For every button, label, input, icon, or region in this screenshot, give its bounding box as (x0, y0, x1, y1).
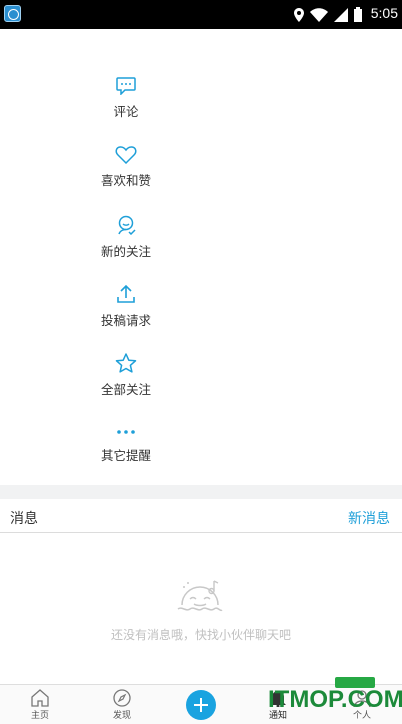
menu-item-label: 新的关注 (100, 244, 151, 259)
tab-home[interactable]: 主页 (0, 685, 80, 724)
signal-icon (334, 7, 348, 22)
notification-menu: 评论 喜欢和赞 新的关注 投稿请求 全部关注 其它提醒 (0, 29, 402, 485)
empty-state-text: 还没有消息哦，快找小伙伴聊天吧 (110, 628, 291, 642)
menu-item-label: 喜欢和赞 (100, 173, 151, 188)
tab-discover[interactable]: 发现 (82, 685, 162, 724)
new-message-button[interactable]: 新消息 (348, 508, 390, 528)
empty-boat-icon (177, 580, 223, 612)
tab-label: 主页 (30, 711, 49, 721)
menu-item-label: 评论 (113, 104, 139, 119)
menu-item-submission-requests[interactable]: 投稿请求 (76, 284, 176, 344)
section-divider (0, 485, 402, 499)
tab-label: 发现 (112, 711, 131, 721)
location-icon (294, 7, 304, 22)
more-dots-icon (117, 430, 135, 434)
home-icon (31, 689, 49, 707)
star-icon (115, 353, 137, 373)
menu-item-likes[interactable]: 喜欢和赞 (76, 146, 176, 206)
menu-item-comments[interactable]: 评论 (76, 77, 176, 137)
messages-header: 消息 新消息 (0, 499, 402, 533)
heart-icon (115, 146, 137, 164)
battery-icon (354, 7, 362, 22)
status-icons (294, 6, 362, 23)
wifi-icon (310, 7, 328, 22)
messages-title: 消息 (10, 511, 38, 527)
menu-item-label: 其它提醒 (100, 448, 151, 463)
menu-item-all-following[interactable]: 全部关注 (76, 353, 176, 413)
follow-icon (118, 215, 136, 235)
status-bar: 5:05 (0, 0, 402, 29)
status-time: 5:05 (370, 5, 398, 21)
app-notification-icon (4, 5, 21, 22)
menu-item-label: 投稿请求 (100, 313, 151, 328)
comment-icon (116, 77, 136, 95)
watermark-logo: ITMOP.COM (268, 686, 402, 713)
compass-icon (113, 689, 131, 707)
upload-icon (117, 284, 135, 303)
menu-item-label: 全部关注 (100, 382, 151, 397)
menu-item-other-reminders[interactable]: 其它提醒 (76, 425, 176, 485)
menu-item-new-followers[interactable]: 新的关注 (76, 215, 176, 275)
compose-plus-button[interactable] (186, 690, 216, 720)
